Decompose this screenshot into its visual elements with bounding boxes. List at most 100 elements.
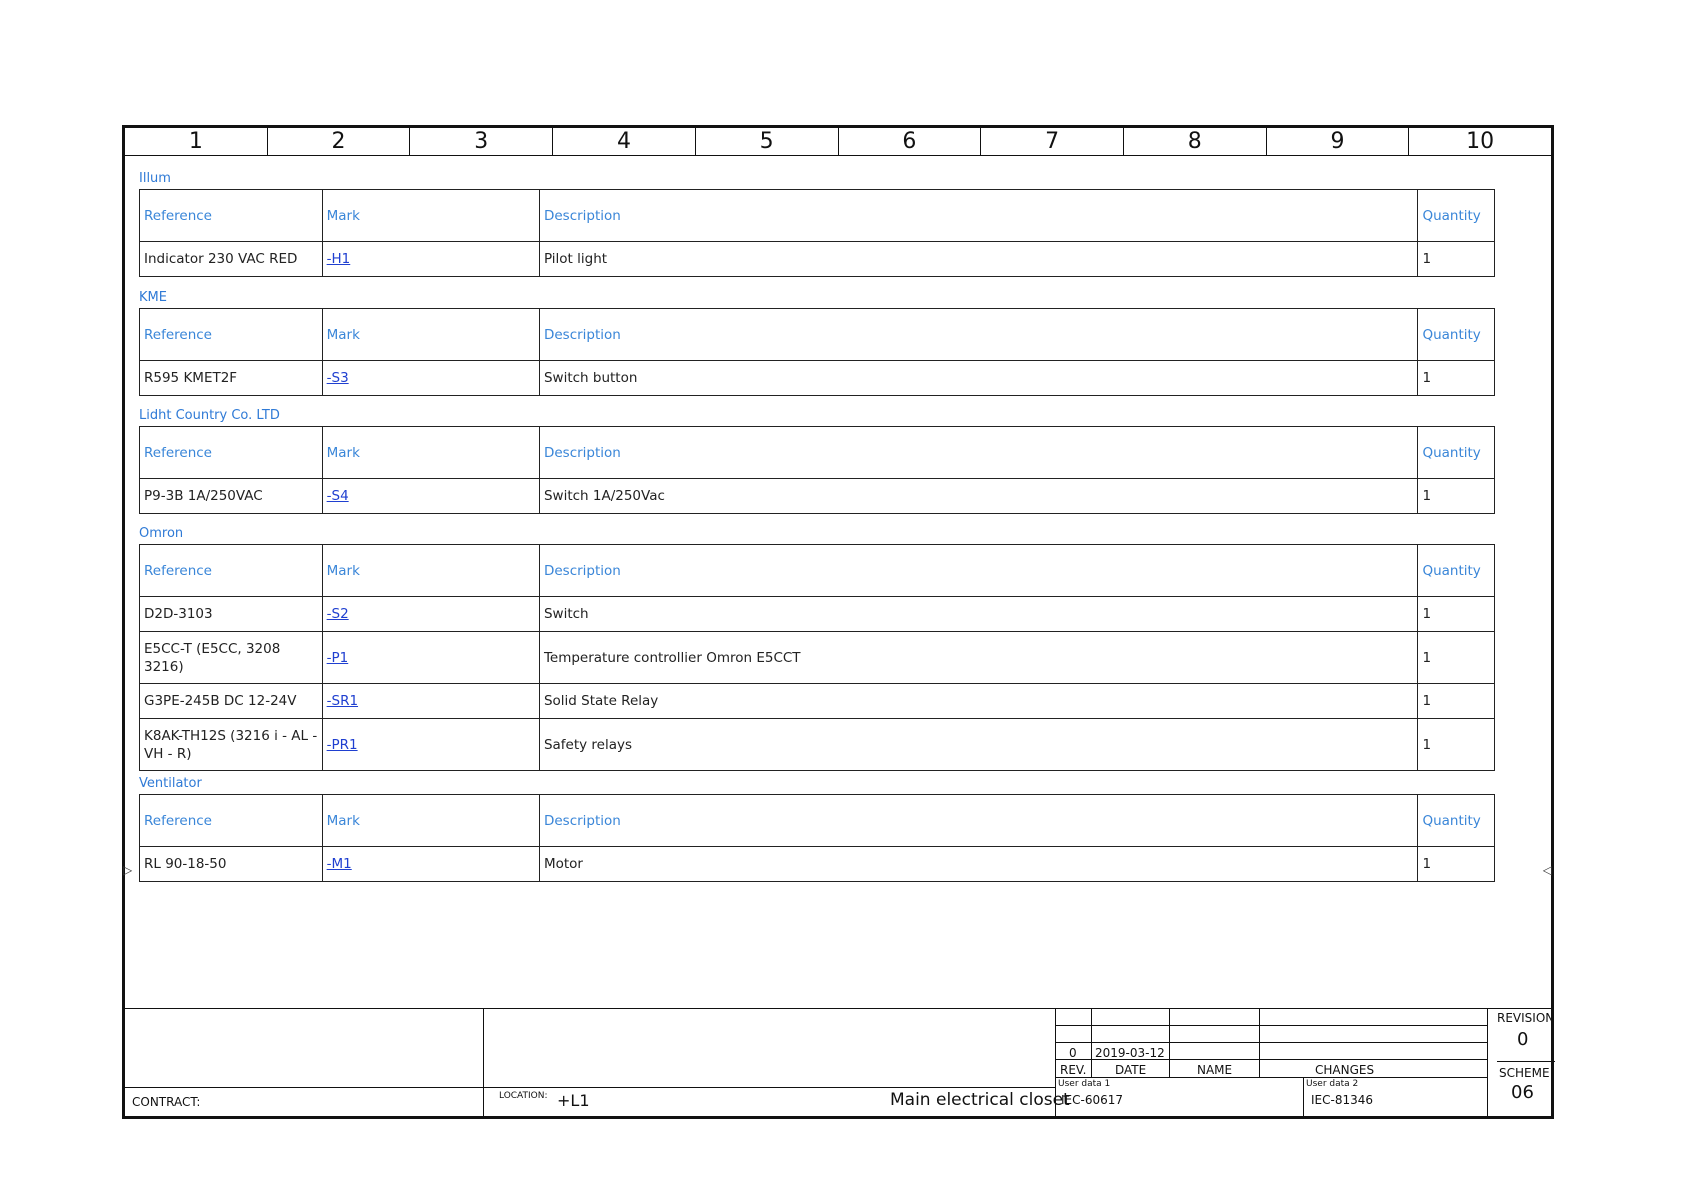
ruler-column-10: 10 bbox=[1466, 129, 1495, 154]
ruler-column-3: 3 bbox=[410, 128, 554, 155]
table-row: G3PE-245B DC 12-24V -SR1 Solid State Relay… bbox=[139, 683, 1495, 719]
revision-label: REVISION bbox=[1497, 1011, 1555, 1025]
table-row: E5CC-T (E5CC, 3208 3216) -P1 Temperature c… bbox=[139, 631, 1495, 684]
cell-reference: P9-3B 1A/250VAC bbox=[139, 478, 323, 514]
cell-quantity: 1 bbox=[1417, 631, 1495, 684]
group-title: KME bbox=[139, 290, 167, 305]
ruler-column-4: 4 bbox=[553, 128, 696, 155]
user-data2-label: User data 2 bbox=[1306, 1079, 1359, 1089]
table-row: RL 90-18-50 -M1 Motor 1 bbox=[139, 846, 1495, 882]
cell-quantity: 1 bbox=[1417, 718, 1495, 771]
header-description: Description bbox=[538, 308, 1419, 361]
mark-link[interactable]: -M1 bbox=[327, 856, 352, 872]
rev-date: 2019-03-12 bbox=[1095, 1046, 1165, 1060]
user-data2-value: IEC-81346 bbox=[1311, 1093, 1374, 1107]
location-value: +L1 bbox=[557, 1091, 590, 1110]
header-reference: Reference bbox=[139, 544, 323, 597]
cell-quantity: 1 bbox=[1417, 360, 1495, 396]
table-row: K8AK-TH12S (3216 i - AL - VH - R) -PR1 Saf… bbox=[139, 718, 1495, 771]
mark-link[interactable]: -H1 bbox=[327, 251, 351, 267]
cell-description: Switch bbox=[538, 596, 1419, 632]
header-reference: Reference bbox=[139, 189, 323, 242]
ruler-column-6: 6 bbox=[839, 128, 982, 155]
header-description: Description bbox=[538, 544, 1419, 597]
cell-mark: -S2 bbox=[321, 596, 540, 632]
bom-table: Reference Mark Description Quantity Indicato… bbox=[139, 189, 1495, 277]
ruler-column-1: 1 bbox=[125, 128, 268, 155]
cell-quantity: 1 bbox=[1417, 596, 1495, 632]
cell-reference: E5CC-T (E5CC, 3208 3216) bbox=[139, 631, 323, 684]
rev-label: REV. bbox=[1060, 1063, 1087, 1077]
cell-description: Solid State Relay bbox=[538, 683, 1419, 719]
location-label: LOCATION: bbox=[499, 1091, 548, 1101]
cell-reference: RL 90-18-50 bbox=[139, 846, 323, 882]
header-description: Description bbox=[538, 794, 1419, 847]
scheme-value: 06 bbox=[1511, 1082, 1534, 1103]
header-quantity: Quantity bbox=[1417, 189, 1495, 242]
header-quantity: Quantity bbox=[1417, 794, 1495, 847]
group-title: Lidht Country Co. LTD bbox=[139, 408, 280, 423]
table-header-row: Reference Mark Description Quantity bbox=[139, 544, 1495, 597]
ruler-column-9: 9 bbox=[1267, 128, 1410, 155]
cell-description: Switch 1A/250Vac bbox=[538, 478, 1419, 514]
cell-description: Motor bbox=[538, 846, 1419, 882]
table-row: P9-3B 1A/250VAC -S4 Switch 1A/250Vac 1 bbox=[139, 478, 1495, 514]
cell-mark: -M1 bbox=[321, 846, 540, 882]
cell-reference: D2D-3103 bbox=[139, 596, 323, 632]
header-description: Description bbox=[538, 189, 1419, 242]
cell-mark: -S3 bbox=[321, 360, 540, 396]
cell-description: Safety relays bbox=[538, 718, 1419, 771]
table-row: Indicator 230 VAC RED -H1 Pilot light 1 bbox=[139, 241, 1495, 277]
header-quantity: Quantity bbox=[1417, 308, 1495, 361]
header-mark: Mark bbox=[321, 544, 540, 597]
table-header-row: Reference Mark Description Quantity bbox=[139, 189, 1495, 242]
cell-description: Temperature controllier Omron E5CCT bbox=[538, 631, 1419, 684]
mark-link[interactable]: -SR1 bbox=[327, 693, 358, 709]
header-quantity: Quantity bbox=[1417, 544, 1495, 597]
location-name: Main electrical closet bbox=[890, 1090, 1070, 1110]
cell-mark: -SR1 bbox=[321, 683, 540, 719]
scheme-label: SCHEME bbox=[1499, 1066, 1550, 1080]
column-ruler: 1 2 3 4 5 6 7 8 9 10 bbox=[125, 128, 1551, 156]
ruler-column-2: 2 bbox=[268, 128, 411, 155]
mark-link[interactable]: -S3 bbox=[327, 370, 349, 386]
name-label: NAME bbox=[1197, 1063, 1233, 1077]
user-data1-label: User data 1 bbox=[1058, 1079, 1111, 1089]
mark-link[interactable]: -S2 bbox=[327, 606, 349, 622]
header-reference: Reference bbox=[139, 308, 323, 361]
header-quantity: Quantity bbox=[1417, 426, 1495, 479]
bom-table: Reference Mark Description Quantity D2D-3103… bbox=[139, 544, 1495, 771]
header-mark: Mark bbox=[321, 189, 540, 242]
cell-description: Switch button bbox=[538, 360, 1419, 396]
cell-mark: -H1 bbox=[321, 241, 540, 277]
header-mark: Mark bbox=[321, 794, 540, 847]
user-data1-value: IEC-60617 bbox=[1061, 1093, 1124, 1107]
cell-mark: -S4 bbox=[321, 478, 540, 514]
cell-quantity: 1 bbox=[1417, 241, 1495, 277]
cell-mark: -P1 bbox=[321, 631, 540, 684]
ruler-column-7: 7 bbox=[981, 128, 1124, 155]
group-title: Ventilator bbox=[139, 776, 202, 791]
table-header-row: Reference Mark Description Quantity bbox=[139, 794, 1495, 847]
left-center-marker: ▷ bbox=[123, 863, 133, 877]
cell-reference: K8AK-TH12S (3216 i - AL - VH - R) bbox=[139, 718, 323, 771]
mark-link[interactable]: -PR1 bbox=[327, 737, 358, 753]
table-header-row: Reference Mark Description Quantity bbox=[139, 308, 1495, 361]
changes-label: CHANGES bbox=[1315, 1063, 1375, 1077]
header-description: Description bbox=[538, 426, 1419, 479]
mark-link[interactable]: -P1 bbox=[327, 650, 349, 666]
header-reference: Reference bbox=[139, 794, 323, 847]
contract-label: CONTRACT: bbox=[132, 1095, 201, 1109]
table-row: R595 KMET2F -S3 Switch button 1 bbox=[139, 360, 1495, 396]
revision-value: 0 bbox=[1517, 1029, 1529, 1050]
group-title: Omron bbox=[139, 526, 184, 541]
header-reference: Reference bbox=[139, 426, 323, 479]
right-center-marker: ◁ bbox=[1542, 863, 1552, 877]
mark-link[interactable]: -S4 bbox=[327, 488, 349, 504]
bom-table: Reference Mark Description Quantity RL 90-18… bbox=[139, 794, 1495, 882]
title-block: CONTRACT: LOCATION: +L1 Main electrical … bbox=[125, 1008, 1555, 1116]
cell-description: Pilot light bbox=[538, 241, 1419, 277]
drawing-sheet: 1 2 3 4 5 6 7 8 9 10 ▷ ◁ Illum Reference Mark Descri… bbox=[122, 125, 1555, 1119]
date-label: DATE bbox=[1115, 1063, 1147, 1077]
ruler-column-5: 5 bbox=[696, 128, 839, 155]
